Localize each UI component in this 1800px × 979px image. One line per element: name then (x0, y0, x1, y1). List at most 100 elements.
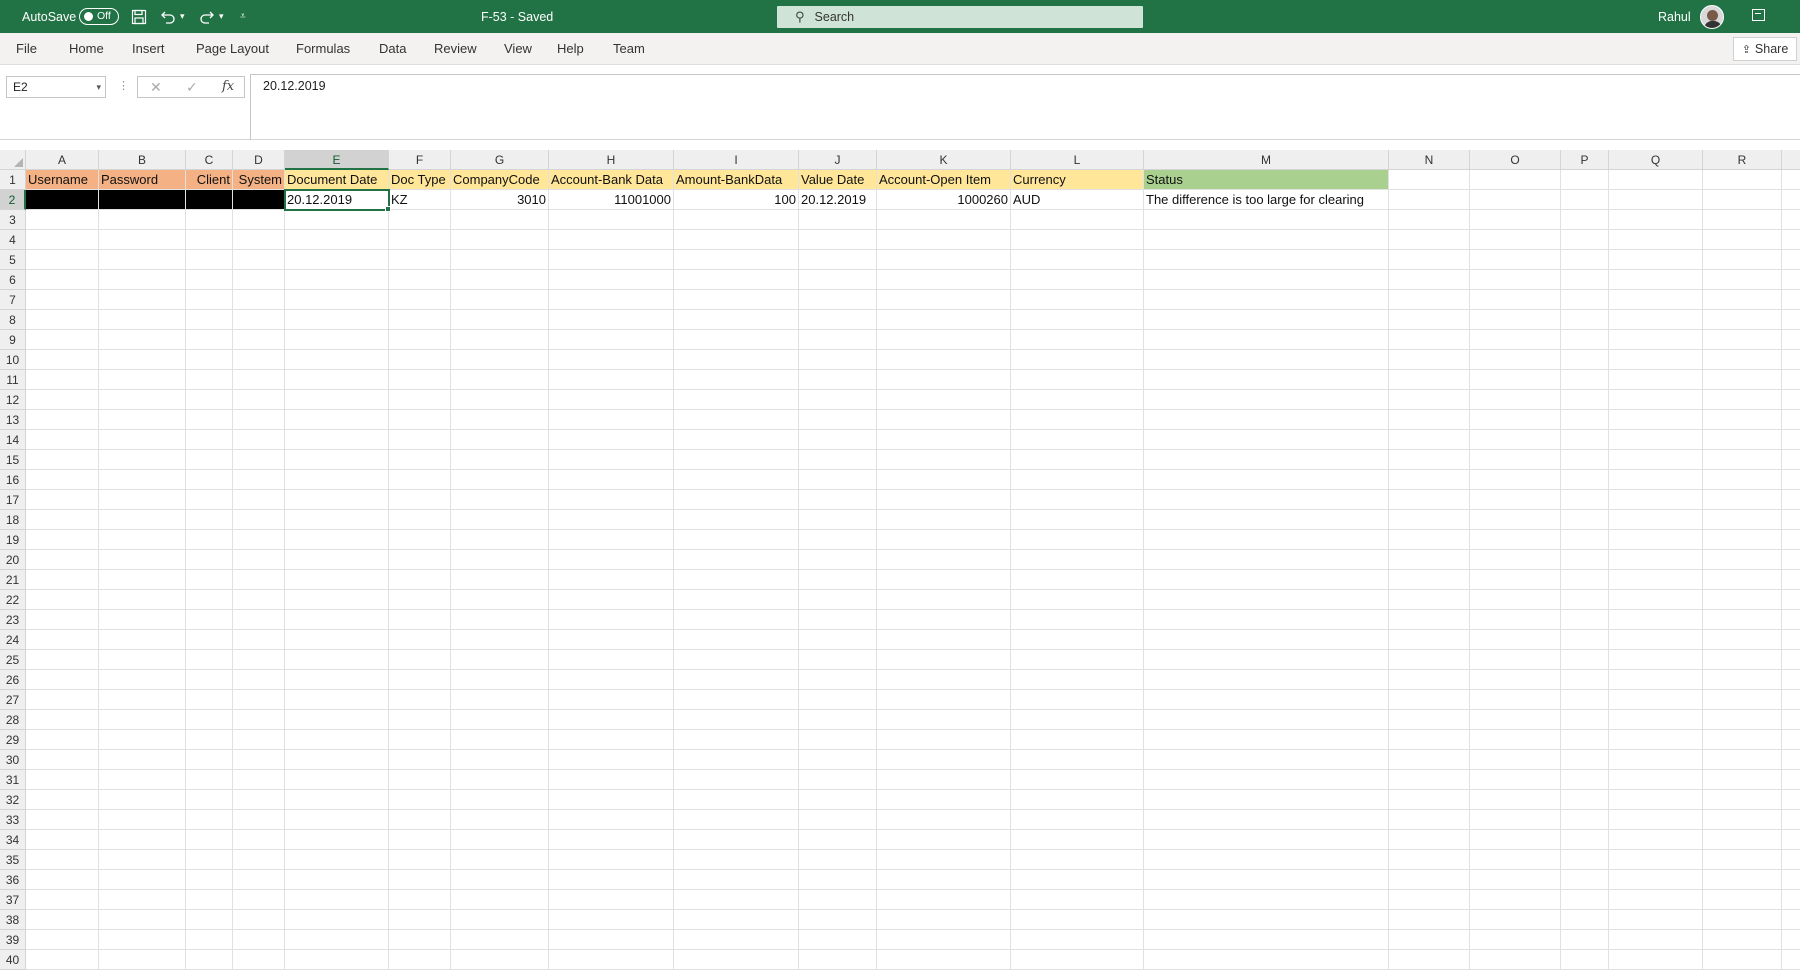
cell-j39[interactable] (799, 930, 877, 950)
cell-d16[interactable] (233, 470, 285, 490)
row-header-20[interactable]: 20 (0, 550, 26, 570)
cell-e15[interactable] (285, 450, 389, 470)
cell-q10[interactable] (1609, 350, 1703, 370)
cell-r13[interactable] (1703, 410, 1782, 430)
cell-g15[interactable] (451, 450, 549, 470)
cell-r37[interactable] (1703, 890, 1782, 910)
cell-p31[interactable] (1561, 770, 1609, 790)
cell-p16[interactable] (1561, 470, 1609, 490)
cell-h37[interactable] (549, 890, 674, 910)
cell-b38[interactable] (99, 910, 186, 930)
cell-f2[interactable]: KZ (389, 190, 451, 210)
cell-n2[interactable] (1389, 190, 1470, 210)
cell-g16[interactable] (451, 470, 549, 490)
cell-o38[interactable] (1470, 910, 1561, 930)
cell-f12[interactable] (389, 390, 451, 410)
cell-m15[interactable] (1144, 450, 1389, 470)
cell-f15[interactable] (389, 450, 451, 470)
cell-a34[interactable] (26, 830, 99, 850)
cell-m30[interactable] (1144, 750, 1389, 770)
cell-m40[interactable] (1144, 950, 1389, 970)
tab-team[interactable]: Team (613, 33, 645, 65)
cell-r8[interactable] (1703, 310, 1782, 330)
row-header-29[interactable]: 29 (0, 730, 26, 750)
cell-h28[interactable] (549, 710, 674, 730)
cell-r28[interactable] (1703, 710, 1782, 730)
cell-i3[interactable] (674, 210, 799, 230)
cell-d34[interactable] (233, 830, 285, 850)
cell-h21[interactable] (549, 570, 674, 590)
cell-c37[interactable] (186, 890, 233, 910)
cell-q16[interactable] (1609, 470, 1703, 490)
cell-m20[interactable] (1144, 550, 1389, 570)
cell-q12[interactable] (1609, 390, 1703, 410)
cell-c6[interactable] (186, 270, 233, 290)
cell-k30[interactable] (877, 750, 1011, 770)
cell-d23[interactable] (233, 610, 285, 630)
cell-s27[interactable] (1782, 690, 1800, 710)
cell-c38[interactable] (186, 910, 233, 930)
cell-n10[interactable] (1389, 350, 1470, 370)
cell-p17[interactable] (1561, 490, 1609, 510)
cell-l4[interactable] (1011, 230, 1144, 250)
cell-b20[interactable] (99, 550, 186, 570)
row-header-25[interactable]: 25 (0, 650, 26, 670)
cell-l22[interactable] (1011, 590, 1144, 610)
cell-p22[interactable] (1561, 590, 1609, 610)
cell-q7[interactable] (1609, 290, 1703, 310)
cell-p23[interactable] (1561, 610, 1609, 630)
cell-m3[interactable] (1144, 210, 1389, 230)
cell-b36[interactable] (99, 870, 186, 890)
cell-a15[interactable] (26, 450, 99, 470)
cell-p9[interactable] (1561, 330, 1609, 350)
cell-o26[interactable] (1470, 670, 1561, 690)
cell-p38[interactable] (1561, 910, 1609, 930)
cell-h38[interactable] (549, 910, 674, 930)
cell-h30[interactable] (549, 750, 674, 770)
cell-c21[interactable] (186, 570, 233, 590)
cell-o33[interactable] (1470, 810, 1561, 830)
cell-h26[interactable] (549, 670, 674, 690)
cell-g27[interactable] (451, 690, 549, 710)
cell-m34[interactable] (1144, 830, 1389, 850)
cell-g4[interactable] (451, 230, 549, 250)
cell-q40[interactable] (1609, 950, 1703, 970)
cell-m11[interactable] (1144, 370, 1389, 390)
cell-s22[interactable] (1782, 590, 1800, 610)
cell-c23[interactable] (186, 610, 233, 630)
cell-s38[interactable] (1782, 910, 1800, 930)
cell-l26[interactable] (1011, 670, 1144, 690)
cell-a24[interactable] (26, 630, 99, 650)
cell-m31[interactable] (1144, 770, 1389, 790)
cell-r31[interactable] (1703, 770, 1782, 790)
cell-r5[interactable] (1703, 250, 1782, 270)
header-cell-a[interactable]: Username (26, 170, 99, 190)
cell-b8[interactable] (99, 310, 186, 330)
cell-i8[interactable] (674, 310, 799, 330)
row-header-18[interactable]: 18 (0, 510, 26, 530)
cell-b40[interactable] (99, 950, 186, 970)
cell-r36[interactable] (1703, 870, 1782, 890)
cell-k40[interactable] (877, 950, 1011, 970)
enter-icon[interactable]: ✓ (186, 77, 198, 97)
cell-p30[interactable] (1561, 750, 1609, 770)
cell-i17[interactable] (674, 490, 799, 510)
cell-f10[interactable] (389, 350, 451, 370)
cell-e38[interactable] (285, 910, 389, 930)
cell-e35[interactable] (285, 850, 389, 870)
cell-n1[interactable] (1389, 170, 1470, 190)
column-header-h[interactable]: H (549, 150, 674, 170)
cell-a19[interactable] (26, 530, 99, 550)
cell-i33[interactable] (674, 810, 799, 830)
cell-e2[interactable]: 20.12.2019 (284, 189, 390, 211)
cell-p19[interactable] (1561, 530, 1609, 550)
cell-q38[interactable] (1609, 910, 1703, 930)
cell-l34[interactable] (1011, 830, 1144, 850)
row-header-37[interactable]: 37 (0, 890, 26, 910)
cell-s5[interactable] (1782, 250, 1800, 270)
cell-d17[interactable] (233, 490, 285, 510)
row-header-4[interactable]: 4 (0, 230, 26, 250)
cell-k14[interactable] (877, 430, 1011, 450)
cell-i23[interactable] (674, 610, 799, 630)
cell-h7[interactable] (549, 290, 674, 310)
